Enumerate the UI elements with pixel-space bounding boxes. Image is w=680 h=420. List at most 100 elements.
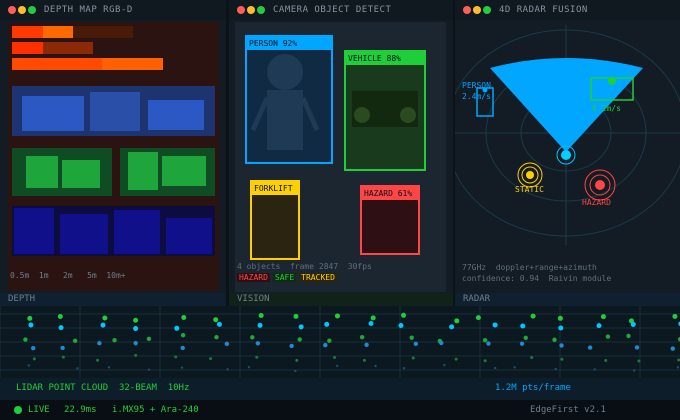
lidar-point bbox=[107, 366, 111, 369]
lidar-point bbox=[31, 346, 36, 351]
lidar-point bbox=[523, 335, 528, 341]
radar-person-label: PERSON bbox=[462, 81, 491, 90]
minimize-icon[interactable] bbox=[247, 6, 255, 14]
lidar-point bbox=[593, 368, 596, 371]
depth-region bbox=[162, 156, 206, 186]
lidar-point bbox=[174, 325, 180, 331]
radar-person-speed: 2.4m/s bbox=[462, 92, 491, 101]
lidar-point bbox=[335, 364, 339, 368]
lidar-point bbox=[180, 332, 186, 338]
lidar-point bbox=[558, 325, 564, 331]
detection-legend: HAZARD SAFE TRACKED bbox=[237, 273, 337, 282]
lidar-point bbox=[559, 343, 564, 348]
legend-tracked: TRACKED bbox=[299, 273, 337, 282]
forklift-label: FORKLIFT bbox=[252, 182, 298, 195]
depth-scale-legend: 0.5m 1m 2m 5m 10m+ bbox=[10, 271, 126, 280]
live-indicator-icon bbox=[14, 406, 22, 414]
radar-display bbox=[455, 25, 680, 245]
lidar-point bbox=[72, 338, 78, 344]
lidar-point bbox=[637, 359, 641, 363]
lidar-point bbox=[289, 343, 294, 349]
close-icon[interactable] bbox=[8, 6, 16, 14]
radar-panel: 4D RADAR FUSION PERSON 2.4m/s 8.2m/s STA… bbox=[455, 0, 680, 306]
hazard-label: HAZARD 61% bbox=[362, 187, 418, 200]
depth-region bbox=[128, 152, 158, 190]
radar-footer: RADAR bbox=[455, 293, 680, 306]
lidar-point bbox=[370, 315, 376, 321]
lidar-point bbox=[513, 366, 516, 369]
lidar-point bbox=[333, 356, 337, 360]
close-icon[interactable] bbox=[463, 6, 471, 14]
lidar-point bbox=[293, 313, 299, 319]
lidar-point bbox=[492, 322, 498, 328]
lidar-title: LIDAR POINT CLOUD 32-BEAM 10Hz bbox=[16, 383, 190, 393]
lidar-point bbox=[368, 321, 374, 327]
depth-panel: DEPTH MAP RGB-D 0.5m 1m 2m 5m 10m+ DEPTH bbox=[0, 0, 226, 306]
lidar-point bbox=[413, 341, 419, 347]
minimize-icon[interactable] bbox=[473, 6, 481, 14]
depth-region bbox=[62, 160, 100, 188]
lidar-point bbox=[359, 334, 365, 340]
radar-static-label: STATIC bbox=[515, 185, 544, 194]
vehicle-silhouette-icon bbox=[352, 91, 418, 127]
lidar-point bbox=[596, 323, 602, 329]
live-label: LIVE bbox=[28, 405, 50, 415]
depth-footer: DEPTH bbox=[0, 293, 226, 306]
lidar-point bbox=[61, 355, 65, 359]
lidar-point bbox=[209, 357, 213, 361]
lidar-point bbox=[554, 367, 557, 371]
detection-box-vehicle[interactable]: VEHICLE 88% bbox=[344, 50, 426, 171]
lidar-point bbox=[634, 345, 640, 350]
close-icon[interactable] bbox=[237, 6, 245, 14]
lidar-point bbox=[605, 334, 611, 339]
lidar-point bbox=[557, 315, 563, 321]
depth-band bbox=[12, 42, 43, 54]
lidar-point bbox=[626, 333, 631, 339]
lidar-point bbox=[449, 324, 455, 330]
detection-box-forklift[interactable]: FORKLIFT bbox=[250, 180, 300, 260]
lidar-point bbox=[676, 366, 680, 369]
lidar-point bbox=[134, 353, 138, 357]
lidar-point bbox=[27, 315, 33, 321]
radar-target-hazard-dot bbox=[595, 180, 605, 190]
lidar-point bbox=[439, 340, 444, 346]
radar-info-confidence: confidence: 0.94 Raivin module bbox=[462, 274, 612, 283]
lidar-point bbox=[334, 313, 340, 319]
detection-box-person[interactable]: PERSON 92% bbox=[245, 35, 333, 164]
lidar-point bbox=[133, 326, 139, 332]
depth-region bbox=[14, 208, 54, 254]
lidar-point bbox=[401, 312, 407, 318]
lidar-point bbox=[181, 314, 187, 320]
status-bar: LIVE 22.9ms i.MX95 + Ara-240 EdgeFirst v… bbox=[0, 400, 680, 420]
lidar-point bbox=[257, 322, 263, 328]
legend-safe: SAFE bbox=[272, 273, 297, 282]
lidar-point bbox=[112, 337, 117, 343]
maximize-icon[interactable] bbox=[257, 6, 265, 14]
lidar-point bbox=[520, 323, 526, 329]
lidar-point bbox=[443, 363, 446, 367]
maximize-icon[interactable] bbox=[483, 6, 491, 14]
lidar-point bbox=[323, 342, 328, 348]
lidar-point bbox=[519, 341, 525, 346]
lidar-point bbox=[364, 342, 369, 347]
detection-box-hazard[interactable]: HAZARD 61% bbox=[360, 185, 420, 255]
lidar-point bbox=[297, 337, 302, 342]
lidar-point bbox=[402, 366, 406, 370]
lidar-point bbox=[258, 312, 264, 318]
lidar-point bbox=[632, 369, 636, 372]
lidar-point bbox=[133, 340, 138, 346]
lidar-point bbox=[604, 358, 608, 362]
lidar-point bbox=[600, 314, 606, 320]
lidar-point bbox=[216, 321, 222, 327]
lidar-point bbox=[255, 355, 259, 359]
lidar-point bbox=[294, 369, 297, 373]
lidar-point bbox=[409, 335, 414, 340]
lidar-point bbox=[411, 356, 415, 360]
lidar-point bbox=[102, 315, 108, 321]
lidar-point bbox=[670, 346, 675, 351]
lidar-point bbox=[180, 366, 184, 369]
minimize-icon[interactable] bbox=[18, 6, 26, 14]
lidar-point bbox=[146, 336, 152, 342]
maximize-icon[interactable] bbox=[28, 6, 36, 14]
depth-region bbox=[26, 156, 58, 188]
